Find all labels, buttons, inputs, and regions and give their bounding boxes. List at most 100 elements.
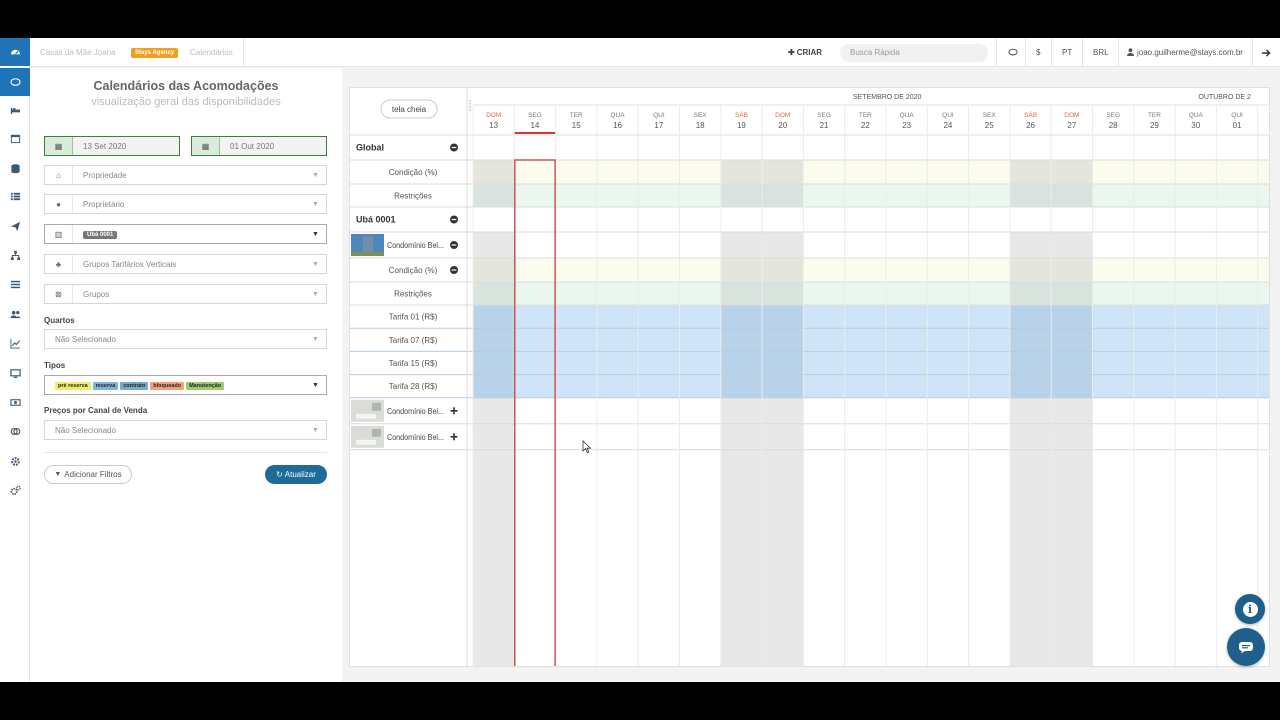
type-tag[interactable]: bloqueado — [150, 382, 185, 390]
row-label-listing[interactable]: Condomínio Bel... — [351, 234, 458, 256]
day-number-label[interactable]: 30 — [1191, 121, 1200, 130]
date-from-field[interactable]: ▦ 13 Set 2020 — [44, 136, 180, 156]
currency-button[interactable]: BRL — [1093, 38, 1109, 67]
resize-handle[interactable] — [469, 106, 471, 108]
weekend-cell — [720, 258, 763, 282]
day-of-week-label: SÁB — [735, 110, 748, 119]
type-tag[interactable]: reserva — [92, 382, 119, 390]
listing-thumbnail-detail — [351, 252, 384, 256]
users-icon[interactable] — [0, 300, 30, 328]
info-button[interactable]: i — [1235, 594, 1265, 624]
user-email: joao.guilherme@stays.com.br — [1137, 48, 1243, 57]
line-chart-icon[interactable] — [0, 329, 30, 357]
row-label-listing[interactable]: Condomínio Bel... — [351, 425, 458, 448]
weekend-cell — [1051, 160, 1093, 184]
resize-handle[interactable] — [469, 109, 471, 111]
day-number-label[interactable]: 17 — [654, 121, 663, 130]
list-icon[interactable] — [0, 182, 30, 210]
weekend-cell — [1051, 232, 1093, 258]
language-button[interactable]: PT — [1062, 38, 1072, 67]
fullscreen-button[interactable]: tela cheia — [380, 99, 438, 119]
send-icon[interactable] — [0, 212, 30, 240]
add-filters-button[interactable]: ▼ Adicionar Filtros — [44, 465, 132, 484]
quick-search-input[interactable]: Busca Rápida — [840, 43, 988, 62]
chat-icon[interactable] — [0, 68, 30, 96]
day-number-label[interactable]: 22 — [861, 121, 870, 130]
chat-toggle-icon[interactable] — [1008, 38, 1018, 67]
day-number-label[interactable]: 29 — [1150, 121, 1159, 130]
row-band-restriction — [473, 282, 1269, 305]
weekend-cell — [762, 258, 804, 282]
breadcrumb-company[interactable]: Casas da Mãe Joana — [40, 38, 116, 67]
bed-icon[interactable] — [0, 96, 30, 124]
day-number-label[interactable]: 13 — [489, 121, 498, 130]
gear-icon[interactable] — [0, 447, 30, 475]
property-select[interactable]: ⌂ Propriedade ▼ — [44, 165, 327, 185]
resize-handle[interactable] — [469, 100, 471, 102]
row-label-group[interactable]: Ubá 0001 — [356, 215, 458, 225]
groups-select[interactable]: ⊠ Grupos ▼ — [44, 284, 327, 304]
type-tag[interactable]: contrato — [120, 382, 149, 390]
type-tag[interactable]: pré reserva — [55, 382, 91, 390]
collapse-icon[interactable] — [450, 215, 458, 224]
day-number-label[interactable]: 28 — [1109, 121, 1118, 130]
weekend-cell — [1009, 351, 1052, 375]
collapse-icon[interactable] — [450, 266, 458, 274]
day-number-label[interactable]: 16 — [613, 121, 622, 130]
money-icon[interactable] — [0, 388, 30, 416]
day-number-label[interactable]: 24 — [943, 121, 952, 130]
day-number-label[interactable]: 23 — [902, 121, 911, 130]
collapse-icon[interactable] — [450, 241, 458, 249]
day-number-label[interactable]: 27 — [1067, 121, 1076, 130]
listing-select[interactable]: ▥ Ubá 0001 ▼ — [44, 224, 327, 244]
listing-chip[interactable]: Ubá 0001 — [83, 231, 118, 239]
gears-icon[interactable] — [0, 476, 30, 504]
date-to-field[interactable]: ▦ 01 Out 2020 — [191, 136, 327, 156]
channel-prices-select[interactable]: Não Selecionado ▼ — [44, 420, 327, 440]
row-label-group[interactable]: Global — [356, 143, 458, 153]
day-number-label[interactable]: 19 — [737, 121, 746, 130]
weekend-cell — [473, 449, 515, 666]
database-icon[interactable] — [0, 154, 30, 182]
owner-select[interactable]: ● Proprietário ▼ — [44, 194, 327, 214]
row-label-listing[interactable]: Condomínio Bel... — [351, 399, 458, 422]
expand-icon[interactable] — [450, 407, 458, 415]
divider — [44, 452, 327, 453]
types-select[interactable]: pré reserva reserva contrato bloqueado Manut… — [44, 375, 327, 395]
chat-support-button[interactable] — [1227, 628, 1265, 666]
collapse-icon[interactable] — [450, 143, 458, 152]
month-label: SETEMBRO DE 2020 — [853, 94, 922, 101]
weekend-cell — [1009, 423, 1052, 450]
day-number-label[interactable]: 18 — [696, 121, 705, 130]
coins-icon[interactable] — [0, 417, 30, 445]
resize-handle[interactable] — [469, 103, 471, 105]
calendar-icon[interactable] — [0, 124, 30, 152]
day-number-label[interactable]: 20 — [778, 121, 787, 130]
expand-icon[interactable] — [450, 433, 458, 441]
mouse-cursor-shape — [582, 440, 592, 454]
day-number-label[interactable]: 25 — [985, 121, 994, 130]
day-number-label[interactable]: 26 — [1026, 121, 1035, 130]
day-number-label[interactable]: 01 — [1233, 121, 1242, 130]
breadcrumb-calendars[interactable]: Calendários — [190, 38, 233, 67]
currency-symbol-button[interactable]: $ — [1036, 38, 1040, 67]
type-tag[interactable]: Manutenção — [186, 382, 225, 390]
menu-icon[interactable] — [0, 270, 30, 298]
monitor-icon[interactable] — [0, 359, 30, 387]
user-menu[interactable]: joao.guilherme@stays.com.br — [1127, 38, 1243, 67]
refresh-button[interactable]: ↻ Atualizar — [265, 465, 327, 484]
day-number-label[interactable]: 14 — [530, 121, 539, 130]
row-band-rate — [473, 328, 1269, 352]
row-sub-label: Tarifa 15 (R$) — [389, 359, 438, 368]
day-number-label[interactable]: 15 — [572, 121, 581, 130]
weekend-cell — [1009, 449, 1052, 666]
rate-groups-select[interactable]: ♣ Grupos Tarifários Verticais ▼ — [44, 254, 327, 274]
day-number-label[interactable]: 21 — [820, 121, 829, 130]
logout-icon[interactable] — [1262, 38, 1271, 67]
dashboard-icon[interactable] — [0, 38, 30, 66]
create-button[interactable]: ✚ CRIAR — [788, 38, 822, 67]
sitemap-icon[interactable] — [0, 241, 30, 269]
rooms-select[interactable]: Não Selecionado ▼ — [44, 329, 327, 349]
row-title: Global — [356, 143, 384, 153]
calendar-canvas: SETEMBRO DE 2020 OUTUBRO DE 2 tela cheia DO… — [350, 88, 1269, 666]
